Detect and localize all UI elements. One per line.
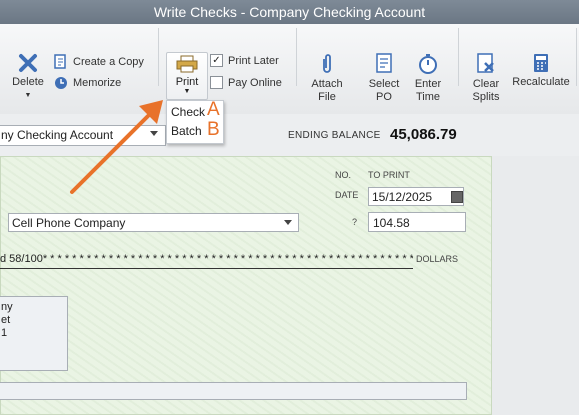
select-po-button[interactable]: Select PO (364, 53, 404, 104)
stopwatch-icon (419, 54, 437, 74)
memorize-button[interactable]: Memorize (54, 76, 121, 90)
enter-time-button[interactable]: Enter Time (410, 53, 446, 104)
delete-button[interactable]: Delete ▼ (10, 53, 46, 102)
toolbar-separator (158, 28, 159, 86)
chevron-down-icon: ▼ (24, 92, 32, 99)
address-field[interactable]: ny et 1 (0, 296, 68, 371)
annotation-letter-a: A (207, 99, 220, 120)
date-field[interactable]: 15/12/2025 (368, 187, 464, 206)
address-line: ny (1, 301, 13, 313)
annotation-letter-b: B (207, 119, 220, 140)
attach-file-button[interactable]: Attach File (307, 53, 347, 104)
print-chevron-icon: ▼ (183, 88, 191, 95)
chevron-down-icon[interactable] (150, 131, 158, 136)
print-menu-item-check[interactable]: Check (171, 105, 205, 119)
bank-account-select[interactable]: ny Checking Account (0, 125, 166, 146)
delete-label: Delete (12, 76, 44, 88)
print-button[interactable]: Print ▼ (166, 52, 208, 100)
memorize-label: Memorize (73, 77, 122, 89)
memorize-icon (55, 77, 67, 89)
create-copy-label: Create a Copy (73, 56, 144, 68)
window-title: Write Checks - Company Checking Account (0, 0, 579, 24)
address-line: 1 (1, 327, 8, 339)
select-label-1: Select (368, 78, 400, 90)
recalculate-button[interactable]: Recalculate (510, 53, 572, 89)
po-icon (376, 53, 392, 73)
amount-in-words: d 58/100* * * * * * * * * * * * * * * * … (0, 253, 413, 269)
print-later-option[interactable]: ✓ Print Later (210, 54, 279, 67)
check-no-value[interactable]: TO PRINT (368, 170, 410, 180)
attach-label-1: Attach (311, 78, 343, 90)
attach-label-2: File (318, 91, 336, 103)
dollars-label: DOLLARS (416, 254, 459, 264)
toolbar-separator (458, 28, 459, 86)
amount-label: ? (352, 217, 358, 227)
ending-balance-label: ENDING BALANCE (288, 130, 381, 141)
print-later-checkbox[interactable]: ✓ (210, 54, 223, 67)
memo-field[interactable] (0, 382, 467, 400)
calendar-icon[interactable] (451, 191, 463, 203)
toolbar-separator (296, 28, 297, 86)
calculator-icon (534, 54, 548, 72)
check-no-label: NO. (335, 170, 352, 180)
recalculate-label: Recalculate (512, 76, 570, 88)
clear-label-1: Clear (472, 78, 500, 90)
print-later-label: Print Later (228, 54, 279, 67)
clear-splits-icon (477, 53, 494, 73)
pay-online-option[interactable]: Pay Online (210, 76, 282, 89)
print-menu-item-batch[interactable]: Batch (171, 124, 202, 138)
amount-field[interactable]: 104.58 (368, 212, 466, 232)
address-line: et (1, 314, 11, 326)
print-label: Print (175, 76, 199, 88)
clear-label-2: Splits (472, 91, 500, 103)
pay-online-checkbox[interactable] (210, 76, 223, 89)
paperclip-icon (323, 54, 331, 73)
clear-splits-button[interactable]: Clear Splits (468, 53, 504, 104)
printer-icon (176, 55, 198, 73)
create-copy-button[interactable]: Create a Copy (54, 54, 144, 70)
delete-x-icon (19, 54, 37, 72)
toolbar-separator (576, 28, 577, 86)
copy-icon (54, 54, 66, 69)
chevron-down-icon[interactable] (284, 220, 292, 225)
ending-balance-value: 45,086.79 (390, 126, 457, 143)
pay-online-label: Pay Online (228, 76, 282, 89)
enter-label-2: Time (415, 91, 441, 103)
payee-field[interactable]: Cell Phone Company (8, 213, 299, 232)
select-label-2: PO (376, 91, 392, 103)
date-label: DATE (335, 190, 359, 200)
enter-label-1: Enter (414, 78, 442, 90)
